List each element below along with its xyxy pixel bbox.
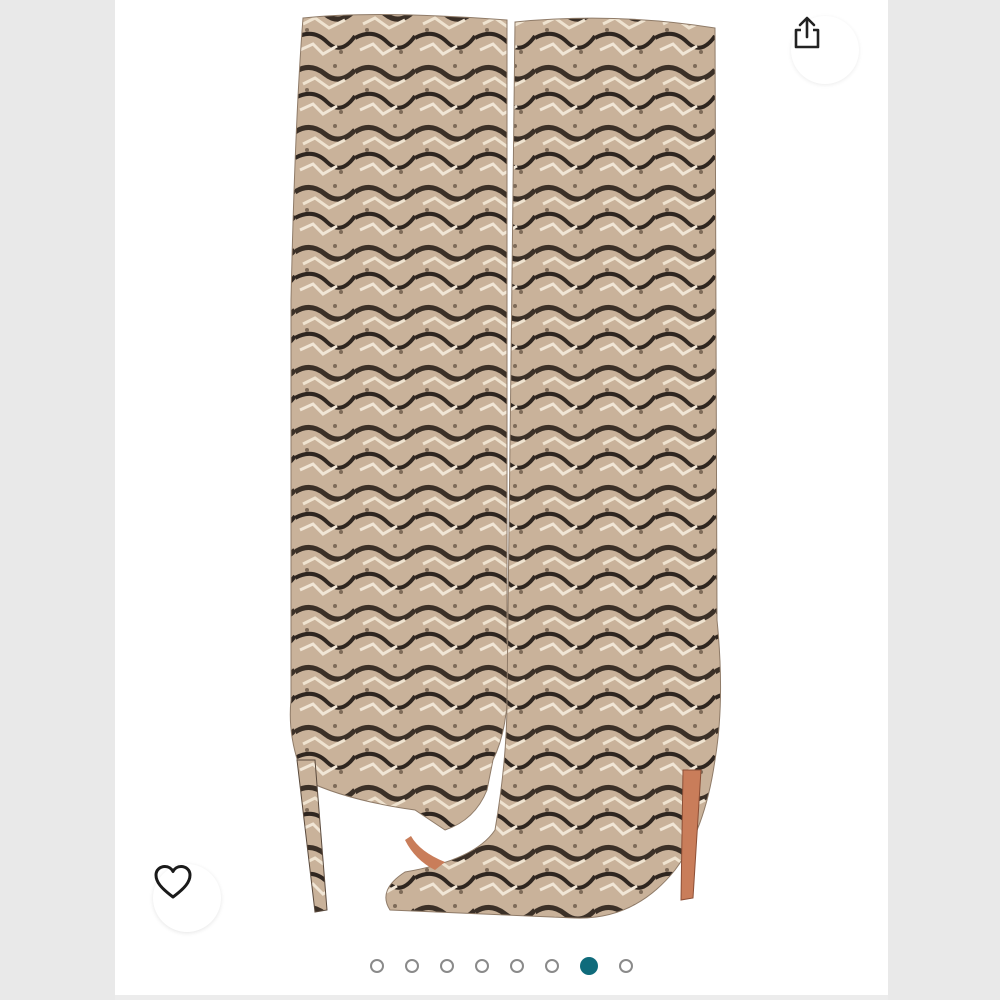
pagination-dot-3[interactable] xyxy=(440,959,454,973)
pagination-dot-4[interactable] xyxy=(475,959,489,973)
like-button[interactable] xyxy=(153,864,221,932)
left-margin xyxy=(0,0,115,1000)
product-photo[interactable] xyxy=(115,0,888,940)
heart-outline-icon xyxy=(154,865,192,899)
gallery-pagination xyxy=(115,948,888,984)
pagination-dot-7-active[interactable] xyxy=(580,957,598,975)
share-icon xyxy=(794,16,820,49)
boots-illustration xyxy=(289,13,722,919)
pagination-dot-1[interactable] xyxy=(370,959,384,973)
product-image-gallery[interactable] xyxy=(115,0,888,995)
pagination-dot-8[interactable] xyxy=(619,959,633,973)
right-margin xyxy=(888,0,1000,1000)
share-button[interactable] xyxy=(791,16,859,84)
pagination-dot-6[interactable] xyxy=(545,959,559,973)
pagination-dot-2[interactable] xyxy=(405,959,419,973)
pagination-dot-5[interactable] xyxy=(510,959,524,973)
